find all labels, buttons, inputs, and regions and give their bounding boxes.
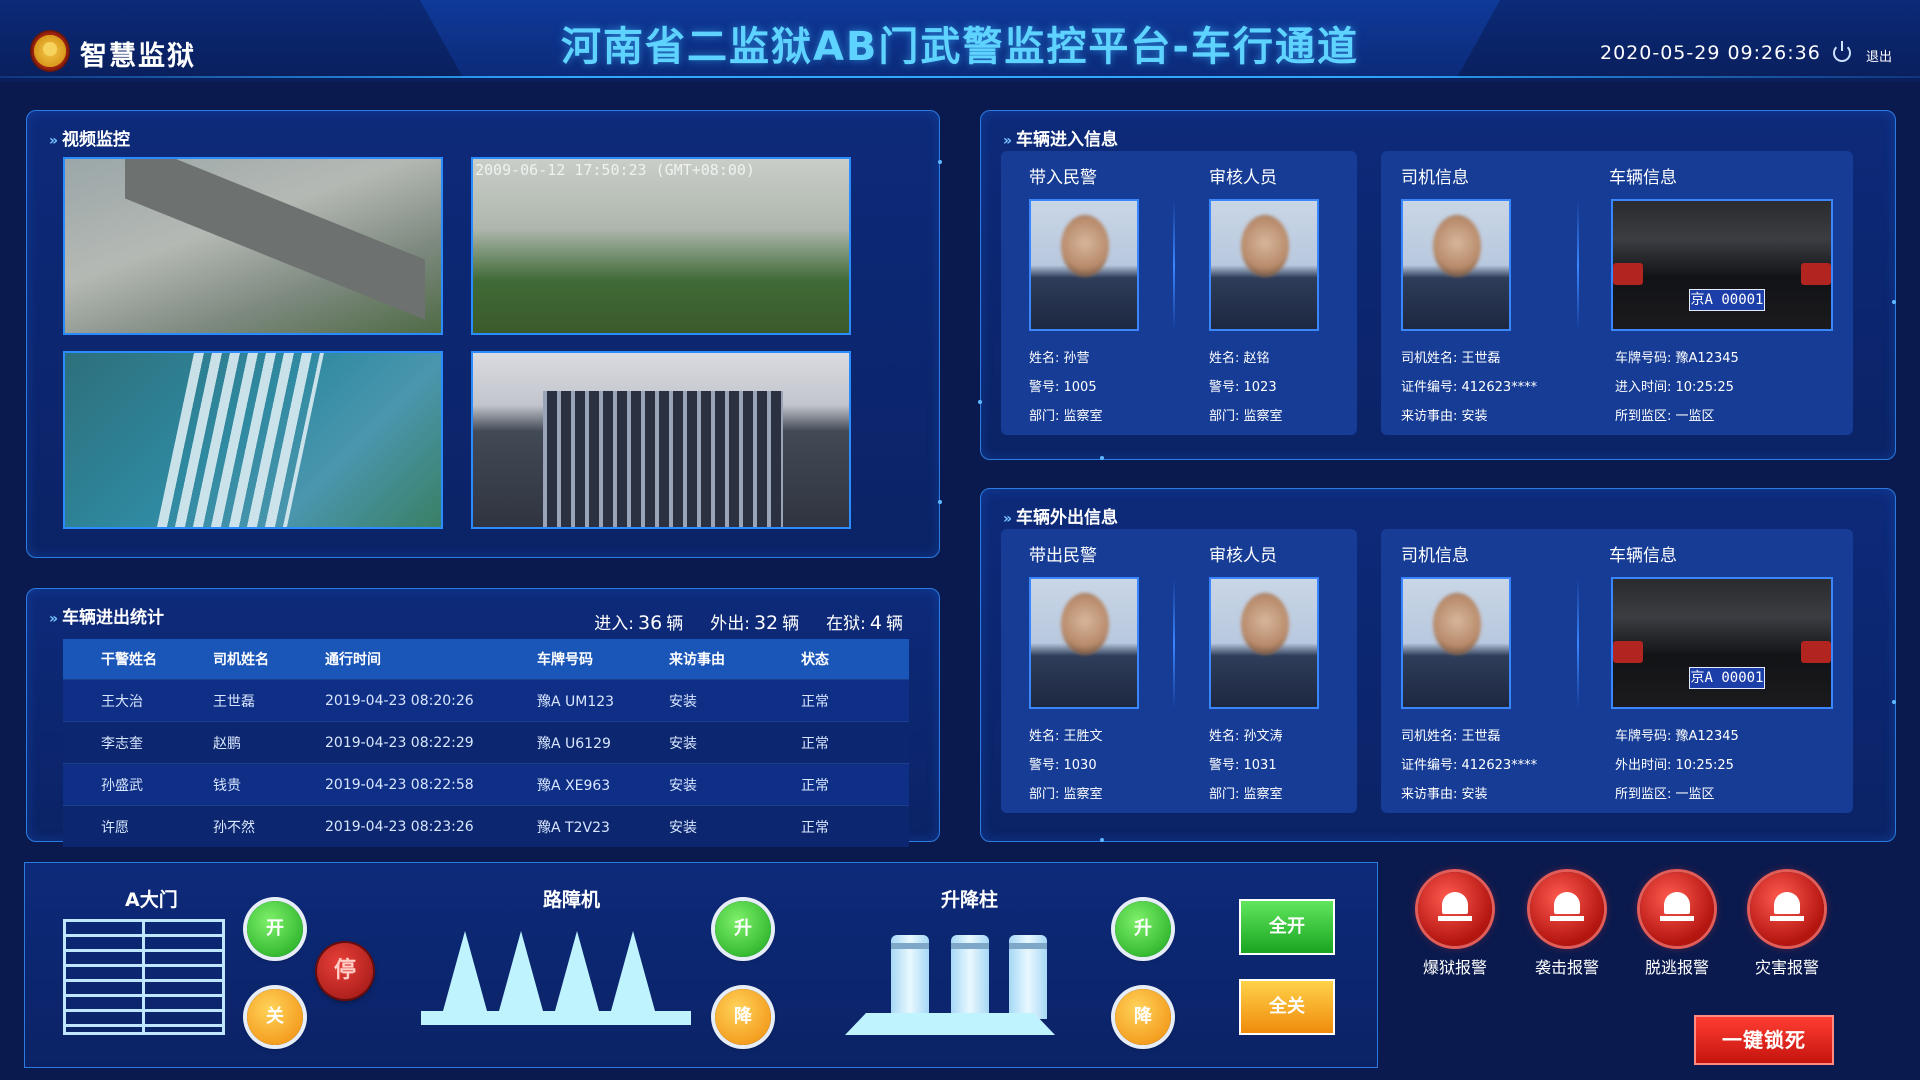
table-row[interactable]: 王大治 王世磊 2019-04-23 08:20:26 豫A UM123 安装 正常 xyxy=(63,679,909,722)
exit-vehicle-photo: 京A 00001 xyxy=(1611,577,1833,709)
table-header-row: 干警姓名 司机姓名 通行时间 车牌号码 来访事由 状态 xyxy=(63,639,909,680)
barrier-label: 路障机 xyxy=(543,889,601,911)
exit-driver-heading: 司机信息 xyxy=(1401,546,1469,566)
gate-close-button[interactable]: 关 xyxy=(247,989,303,1045)
in-count: 36 xyxy=(638,612,663,634)
entry-driver-photo xyxy=(1401,199,1511,331)
all-close-button[interactable]: 全关 xyxy=(1239,979,1335,1035)
entry-police-photo xyxy=(1029,199,1139,331)
entry-vehicle-photo: 京A 00001 xyxy=(1611,199,1833,331)
entry-reviewer-heading: 审核人员 xyxy=(1209,168,1277,188)
bollard-icon xyxy=(1009,935,1047,1019)
breakout-alarm-label: 爆狱报警 xyxy=(1422,958,1487,977)
disaster-alarm-label: 灾害报警 xyxy=(1754,958,1819,977)
entry-vehicle-card: 司机信息 车辆信息 京A 00001 司机姓名: 王世磊 证件编号: 41262… xyxy=(1381,151,1853,435)
exit-police-heading: 带出民警 xyxy=(1029,546,1097,566)
vehicle-entry-panel: » 车辆进入信息 带入民警 审核人员 姓名: 孙营 警号: 1005 部门: 监察… xyxy=(980,110,1896,460)
table-row[interactable]: 李志奎 赵鹏 2019-04-23 08:22:29 豫A U6129 安装 正常 xyxy=(63,721,909,764)
spike-icon xyxy=(499,931,543,1011)
police-emblem-icon xyxy=(30,30,70,72)
gate-control-panel: A大门 开 关 停 路障机 升 降 升降柱 升 降 全开 全关 xyxy=(24,862,1378,1068)
chevron-right-icon: » xyxy=(1003,133,1013,149)
bollard-up-button[interactable]: 升 xyxy=(1115,901,1171,957)
exit-vehicle-heading: 车辆信息 xyxy=(1609,546,1677,566)
one-key-lockdown-button[interactable]: 一键锁死 xyxy=(1694,1015,1834,1065)
bollard-down-button[interactable]: 降 xyxy=(1115,989,1171,1045)
exit-reviewer-heading: 审核人员 xyxy=(1209,546,1277,566)
stats-panel-title: » 车辆进出统计 xyxy=(49,608,165,628)
gate-stop-button[interactable]: 停 xyxy=(317,943,373,999)
siren-icon xyxy=(1770,892,1804,921)
entry-police-heading: 带入民警 xyxy=(1029,168,1097,188)
inside-count: 4 xyxy=(869,612,882,634)
chevron-right-icon: » xyxy=(49,611,59,627)
gate-open-button[interactable]: 开 xyxy=(247,901,303,957)
table-row[interactable]: 许愿 孙不然 2019-04-23 08:23:26 豫A T2V23 安装 正常 xyxy=(63,805,909,847)
escape-alarm-button[interactable] xyxy=(1640,872,1714,946)
bollard-icon xyxy=(891,935,929,1019)
entry-vehicle-heading: 车辆信息 xyxy=(1609,168,1677,188)
datetime-display: 2020-05-29 09:26:36 xyxy=(1600,42,1821,64)
attack-alarm-label: 袭击报警 xyxy=(1534,958,1599,977)
spike-icon xyxy=(611,931,655,1011)
exit-driver-photo xyxy=(1401,577,1511,709)
vehicle-exit-panel: » 车辆外出信息 带出民警 审核人员 姓名: 王胜文 警号: 1030 部门: 监… xyxy=(980,488,1896,842)
camera-feed-1[interactable] xyxy=(63,157,443,335)
column-header: 司机姓名 xyxy=(212,639,324,680)
bollard-base xyxy=(845,1013,1055,1035)
entry-personnel-card: 带入民警 审核人员 姓名: 孙营 警号: 1005 部门: 监察室 姓名: 赵铭… xyxy=(1001,151,1357,435)
all-open-button[interactable]: 全开 xyxy=(1239,899,1335,955)
column-header: 车牌号码 xyxy=(536,639,668,680)
app-title: 智慧监狱 xyxy=(80,41,196,72)
siren-icon xyxy=(1550,892,1584,921)
chevron-right-icon: » xyxy=(1003,511,1013,527)
video-panel-title: » 视频监控 xyxy=(49,130,131,150)
vehicle-log-table: 干警姓名 司机姓名 通行时间 车牌号码 来访事由 状态 王大治 王世磊 2019-0… xyxy=(63,639,909,847)
attack-alarm-button[interactable] xyxy=(1530,872,1604,946)
video-monitor-panel: » 视频监控 2009-06-12 17:50:23 (GMT+08:00) xyxy=(26,110,940,558)
exit-reviewer-photo xyxy=(1209,577,1319,709)
exit-panel-title: » 车辆外出信息 xyxy=(1003,508,1119,528)
logout-button[interactable]: 退出 xyxy=(1866,46,1892,65)
power-icon[interactable] xyxy=(1833,41,1851,62)
entry-panel-title: » 车辆进入信息 xyxy=(1003,130,1119,150)
camera-feed-2[interactable]: 2009-06-12 17:50:23 (GMT+08:00) xyxy=(471,157,851,335)
page-title: 河南省二监狱AB门武警监控平台-车行通道 xyxy=(560,24,1360,70)
camera-feed-4[interactable] xyxy=(471,351,851,529)
breakout-alarm-button[interactable] xyxy=(1418,872,1492,946)
barrier-base xyxy=(421,1011,691,1025)
disaster-alarm-button[interactable] xyxy=(1750,872,1824,946)
spike-icon xyxy=(443,931,487,1011)
vehicle-stats-panel: » 车辆进出统计 进入: 36 辆 外出: 32 辆 在狱: 4 辆 干警姓名 司机姓名 通行… xyxy=(26,588,940,847)
column-header: 来访事由 xyxy=(668,639,800,680)
exit-personnel-card: 带出民警 审核人员 姓名: 王胜文 警号: 1030 部门: 监察室 姓名: 孙… xyxy=(1001,529,1357,813)
entry-reviewer-photo xyxy=(1209,199,1319,331)
out-count: 32 xyxy=(753,612,779,634)
camera-feed-3[interactable] xyxy=(63,351,443,529)
escape-alarm-label: 脱逃报警 xyxy=(1644,958,1709,977)
column-header: 通行时间 xyxy=(324,639,536,680)
column-header: 干警姓名 xyxy=(63,639,212,680)
bollard-icon xyxy=(951,935,989,1019)
stats-summary: 进入: 36 辆 外出: 32 辆 在狱: 4 辆 xyxy=(594,612,903,634)
gate-icon xyxy=(63,919,225,1035)
bollard-label: 升降柱 xyxy=(941,889,999,911)
siren-icon xyxy=(1438,892,1472,921)
entry-driver-heading: 司机信息 xyxy=(1401,168,1469,188)
chevron-right-icon: » xyxy=(49,133,59,149)
license-plate: 京A 00001 xyxy=(1689,289,1765,311)
barrier-down-button[interactable]: 降 xyxy=(715,989,771,1045)
spike-icon xyxy=(555,931,599,1011)
exit-vehicle-card: 司机信息 车辆信息 京A 00001 司机姓名: 王世磊 证件编号: 41262… xyxy=(1381,529,1853,813)
license-plate: 京A 00001 xyxy=(1689,667,1765,689)
siren-icon xyxy=(1660,892,1694,921)
exit-police-photo xyxy=(1029,577,1139,709)
barrier-up-button[interactable]: 升 xyxy=(715,901,771,957)
table-row[interactable]: 孙盛武 钱贵 2019-04-23 08:22:58 豫A XE963 安装 正常 xyxy=(63,763,909,806)
gate-label: A大门 xyxy=(125,889,178,911)
column-header: 状态 xyxy=(800,639,909,680)
camera-timestamp: 2009-06-12 17:50:23 (GMT+08:00) xyxy=(475,161,755,179)
